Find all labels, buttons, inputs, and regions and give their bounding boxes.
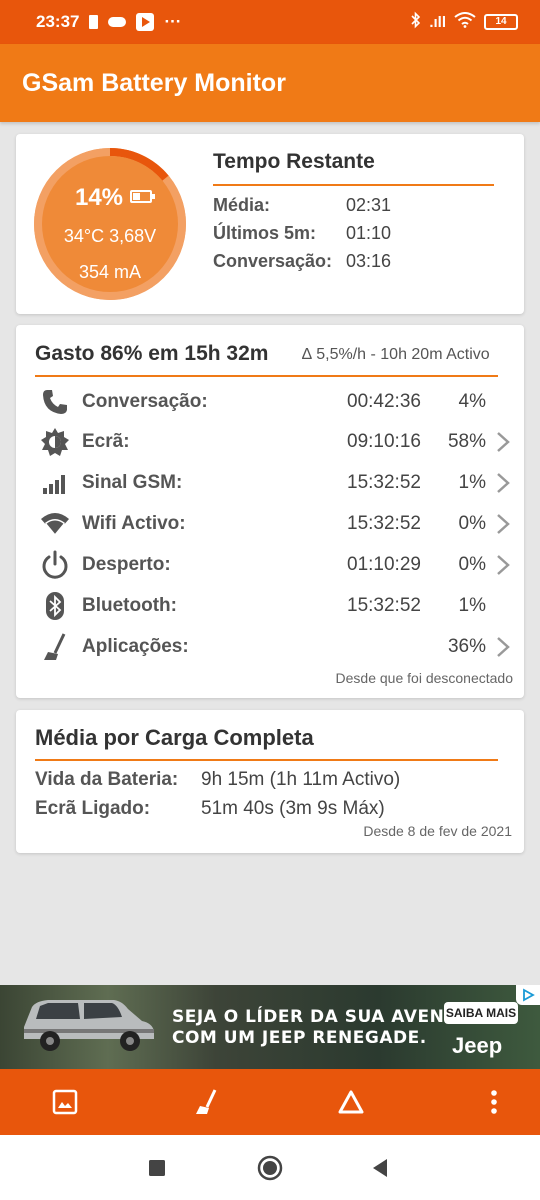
broom-icon[interactable] (192, 1087, 222, 1117)
temperature-voltage: 34°C 3,68V (63, 226, 157, 246)
remaining-label: Média: (213, 195, 271, 215)
usage-percent: 1% (458, 595, 486, 616)
image-icon[interactable] (50, 1087, 80, 1117)
chevron-right-icon[interactable] (496, 554, 510, 576)
current-draw: 354 mA (78, 262, 142, 282)
clock: 23:37 (36, 12, 80, 31)
usage-time: 15:32:52 (347, 472, 421, 493)
chevron-right-icon[interactable] (496, 636, 510, 658)
gauge-center: 14% 34°C 3,68V 354 mA (42, 156, 178, 292)
usage-name: Ecrã: (82, 431, 130, 452)
chevron-right-icon[interactable] (496, 513, 510, 535)
usage-row-gsm[interactable]: Sinal GSM: 15:32:52 1% (16, 463, 524, 503)
ad-learn-more-button[interactable]: SAIBA MAIS (444, 1002, 518, 1024)
battery-gauge[interactable]: 14% 34°C 3,68V 354 mA (34, 148, 186, 300)
wifi-status-icon (454, 11, 476, 33)
signal-status-icon: .ıll (429, 13, 446, 31)
remaining-row: Últimos 5m: 01:10 (213, 223, 391, 244)
chevron-right-icon[interactable] (496, 431, 510, 453)
brightness-icon (40, 427, 70, 457)
average-value: 51m 40s (3m 9s Máx) (201, 798, 385, 819)
usage-time: 15:32:52 (347, 595, 421, 616)
phone-icon (40, 387, 70, 417)
battery-icon (130, 190, 155, 203)
average-row: Ecrã Ligado: 51m 40s (3m 9s Máx) (35, 798, 385, 820)
bottom-toolbar (0, 1069, 540, 1135)
usage-name: Desperto: (82, 554, 171, 575)
average-value: 9h 15m (1h 11m Activo) (201, 769, 401, 790)
signal-icon (40, 468, 70, 498)
usage-name: Conversação: (82, 391, 208, 412)
more-vert-icon[interactable] (479, 1087, 509, 1117)
usage-name: Bluetooth: (82, 595, 177, 616)
remaining-value: 01:10 (346, 223, 392, 243)
status-bar: 23:37 ··· .ıll 14 (0, 0, 540, 44)
adchoices-icon[interactable] (516, 985, 540, 1005)
spent-title: Gasto 86% em 15h 32m (35, 342, 269, 365)
usage-time: 09:10:16 (347, 431, 421, 452)
remaining-value: 03:16 (346, 251, 392, 271)
average-title: Média por Carga Completa (35, 725, 314, 750)
ad-brand-logo: Jeep (452, 1033, 503, 1058)
wifi-icon (40, 509, 70, 539)
divider (213, 184, 494, 186)
usage-percent: 0% (458, 513, 486, 534)
usage-row-apps[interactable]: Aplicações: 36% (16, 627, 524, 667)
media-app-icon (136, 13, 155, 31)
bluetooth-status-icon (411, 11, 421, 34)
usage-row-screen[interactable]: Ecrã: 09:10:16 58% (16, 422, 524, 462)
ad-line-2: COM UM JEEP RENEGADE. (172, 1028, 427, 1048)
battery-notification-icon (89, 15, 99, 29)
delta-icon[interactable] (336, 1087, 366, 1117)
remaining-value: 02:31 (346, 195, 392, 215)
ad-banner[interactable]: SEJA O LÍDER DA SUA AVENTURA COM UM JEEP… (0, 985, 540, 1069)
battery-percent: 14% (74, 184, 124, 211)
app-bar: GSam Battery Monitor (0, 44, 540, 122)
usage-name: Aplicações: (82, 636, 189, 657)
usage-percent: 0% (458, 554, 486, 575)
usage-time: 00:42:36 (347, 391, 421, 412)
since-date-note: Desde 8 de fev de 2021 (363, 823, 512, 839)
remaining-label: Últimos 5m: (213, 223, 317, 243)
usage-percent: 58% (447, 431, 486, 452)
usage-row-awake[interactable]: Desperto: 01:10:29 0% (16, 545, 524, 585)
usage-name: Wifi Activo: (82, 513, 186, 534)
cloud-icon (108, 17, 127, 27)
average-row: Vida da Bateria: 9h 15m (1h 11m Activo) (35, 769, 400, 791)
usage-percent: 36% (447, 636, 486, 657)
chevron-right-icon[interactable] (496, 472, 510, 494)
remaining-row: Média: 02:31 (213, 195, 391, 216)
more-notifications-icon: ··· (164, 12, 182, 31)
car-image (24, 1000, 154, 1051)
since-unplugged-note: Desde que foi desconectado (335, 670, 513, 686)
app-title: GSam Battery Monitor (22, 68, 286, 97)
usage-row-wifi[interactable]: Wifi Activo: 15:32:52 0% (16, 504, 524, 544)
battery-status-icon: 14 (484, 14, 518, 30)
back-triangle-icon[interactable] (367, 1155, 393, 1181)
usage-row-bluetooth[interactable]: Bluetooth: 15:32:52 1% (16, 586, 524, 626)
remaining-label: Conversação: (213, 251, 333, 271)
usage-time: 01:10:29 (347, 554, 421, 575)
divider (35, 759, 498, 761)
average-label: Ecrã Ligado: (35, 798, 151, 819)
divider (35, 375, 498, 377)
system-nav-bar (0, 1135, 540, 1200)
usage-percent: 1% (458, 472, 486, 493)
usage-row-call[interactable]: Conversação: 00:42:36 4% (16, 382, 524, 422)
remaining-row: Conversação: 03:16 (213, 251, 391, 272)
bluetooth-icon (40, 591, 70, 621)
drain-rate: ∆ 5,5%/h - 10h 20m Activo (302, 346, 490, 363)
usage-percent: 4% (458, 391, 486, 412)
usage-card: Gasto 86% em 15h 32m ∆ 5,5%/h - 10h 20m … (16, 325, 524, 698)
battery-summary-card[interactable]: 14% 34°C 3,68V 354 mA Tempo Restante Méd… (16, 134, 524, 314)
average-card: Média por Carga Completa Vida da Bateria… (16, 710, 524, 853)
recents-square-icon[interactable] (144, 1155, 170, 1181)
usage-name: Sinal GSM: (82, 472, 183, 493)
home-circle-icon[interactable] (257, 1155, 283, 1181)
remaining-time-title: Tempo Restante (213, 150, 375, 173)
average-label: Vida da Bateria: (35, 769, 179, 790)
broom-icon (40, 632, 70, 662)
power-icon (40, 550, 70, 580)
usage-time: 15:32:52 (347, 513, 421, 534)
